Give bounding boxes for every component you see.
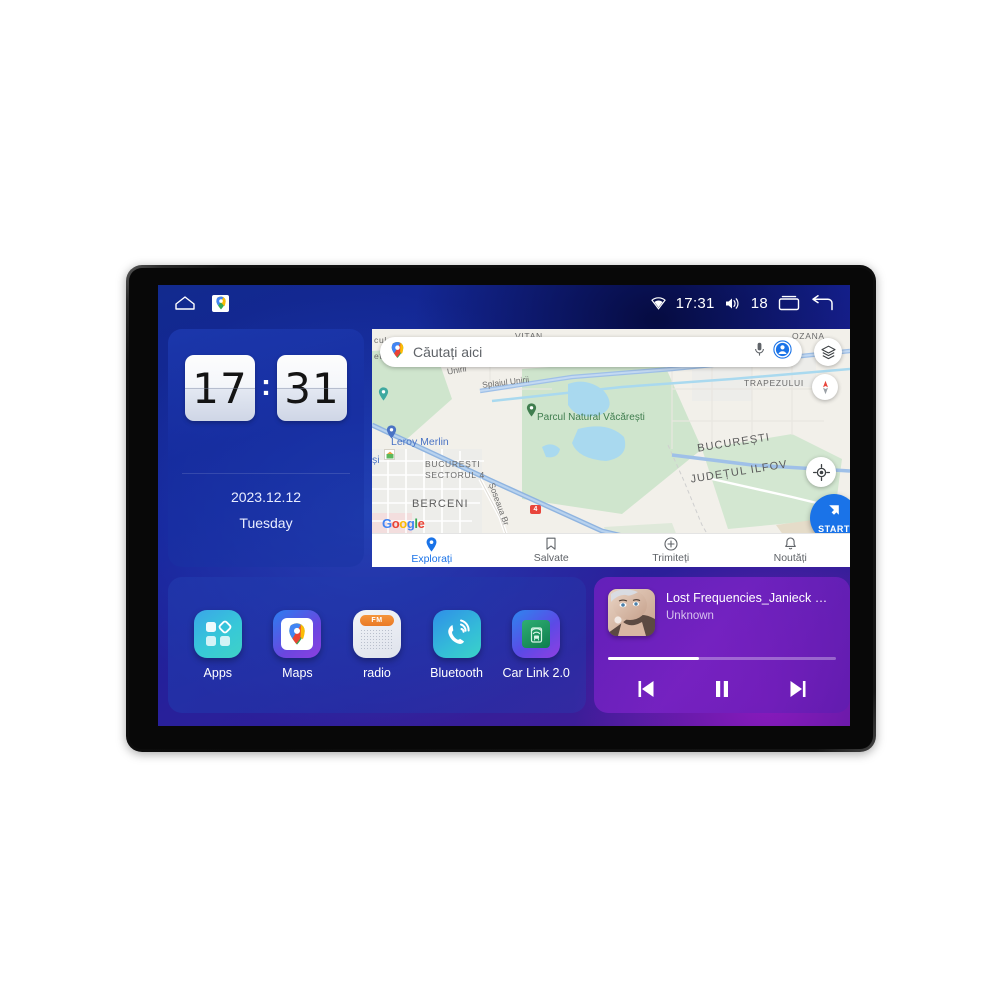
clock-widget[interactable]: 17 : 31 2023.12.12 Tuesday [168,329,364,567]
previous-track-button[interactable] [635,678,657,700]
contribute-plus-icon [664,537,678,551]
app-maps[interactable]: Maps [261,610,333,680]
account-avatar-icon[interactable] [773,340,792,364]
nav-item-saved[interactable]: Salvate [492,534,612,567]
recents-icon[interactable] [778,295,800,311]
album-artwork [608,589,655,636]
flip-card-minutes: 31 [277,355,347,421]
back-icon[interactable] [810,294,834,312]
shop-icon [384,449,395,460]
status-time: 17:31 [675,294,715,312]
track-title: Lost Frequencies_Janieck Devy-... [666,591,836,605]
bluetooth-phone-icon [432,610,481,658]
nav-item-updates[interactable]: Noutăți [731,534,851,567]
google-logo: Google [382,516,425,531]
bookmark-icon [546,537,556,550]
clock-hours: 17 [192,363,248,413]
map-widget[interactable]: 4 VITAN OZANA cul et Unirii Splaiul Unirii TRA… [372,329,850,567]
map-bottom-nav: Explorați Salvate Trimiteți Noutăți [372,533,850,567]
pause-button[interactable] [711,678,733,700]
app-car-link[interactable]: Car Link 2.0 [500,610,572,680]
map-poi-marker [386,425,397,439]
screen: 17:31 18 17: 31 2023.12.12 Tuesday 4 VI… [158,285,850,726]
apps-grid-icon [193,610,242,658]
progress-bar[interactable] [608,657,836,660]
bell-icon [784,537,796,550]
app-apps[interactable]: Apps [182,610,254,680]
google-maps-icon [273,610,322,658]
my-location-icon[interactable] [806,457,836,487]
device-bezel: 17:31 18 17: 31 2023.12.12 Tuesday 4 VI… [129,268,873,749]
player-controls [608,673,836,705]
app-label-car-link: Car Link 2.0 [502,666,570,680]
volume-icon[interactable] [725,297,741,310]
google-logo-letter: G [382,516,392,531]
car-link-icon [512,610,561,658]
app-label-maps: Maps [282,666,313,680]
layers-icon[interactable] [814,338,842,366]
radio-icon: FM [352,610,401,658]
clock-minutes: 31 [284,363,340,413]
app-label-apps: Apps [203,666,233,680]
wifi-icon [650,296,666,310]
google-maps-pin-icon [390,341,405,364]
flip-card-hours: 17 [185,355,255,421]
search-input[interactable]: Căutați aici [413,344,754,360]
app-label-bluetooth: Bluetooth [430,666,483,680]
clock-weekday: Tuesday [239,515,293,531]
volume-level: 18 [750,294,768,312]
map-search-bar[interactable]: Căutați aici [380,337,802,367]
google-logo-letter: o [399,516,407,531]
nav-label-explore: Explorați [411,552,453,565]
track-artist: Unknown [666,610,714,622]
map-poi-marker-2 [378,387,389,401]
next-track-button[interactable] [787,678,809,700]
google-logo-letter: e [417,516,425,531]
app-radio[interactable]: FM radio [341,610,413,680]
nav-label-saved: Salvate [533,552,569,564]
flip-clock: 17 : 31 [168,355,364,421]
clock-date: 2023.12.12 [230,489,302,505]
nav-label-contribute: Trimiteți [652,552,690,564]
explore-pin-icon [426,536,437,552]
app-bluetooth[interactable]: Bluetooth [421,610,493,680]
google-maps-notification-icon[interactable] [212,294,229,312]
radio-fm-badge: FM [359,615,394,626]
progress-fill [608,657,700,660]
nav-item-contribute[interactable]: Trimiteți [611,534,731,567]
microphone-icon[interactable] [754,342,765,362]
clock-divider [182,473,350,474]
radio-grille [359,629,394,651]
app-label-radio: radio [363,666,391,680]
nav-label-updates: Noutăți [773,552,807,564]
nav-item-explore[interactable]: Explorați [372,534,492,567]
app-dock: Apps Maps FM radio Bluetooth Car Link 2.… [168,577,586,713]
music-player-widget[interactable]: Lost Frequencies_Janieck Devy-... Unknow… [594,577,850,713]
road-shield-badge: 4 [530,505,541,514]
navigation-arrow-icon [826,502,842,523]
car-head-unit-device: 17:31 18 17: 31 2023.12.12 Tuesday 4 VI… [126,265,876,752]
compass-icon[interactable] [812,374,838,400]
status-bar: 17:31 18 [158,285,850,321]
clock-separator: : [261,369,271,402]
home-icon[interactable] [174,295,196,311]
map-park-marker [526,403,537,417]
